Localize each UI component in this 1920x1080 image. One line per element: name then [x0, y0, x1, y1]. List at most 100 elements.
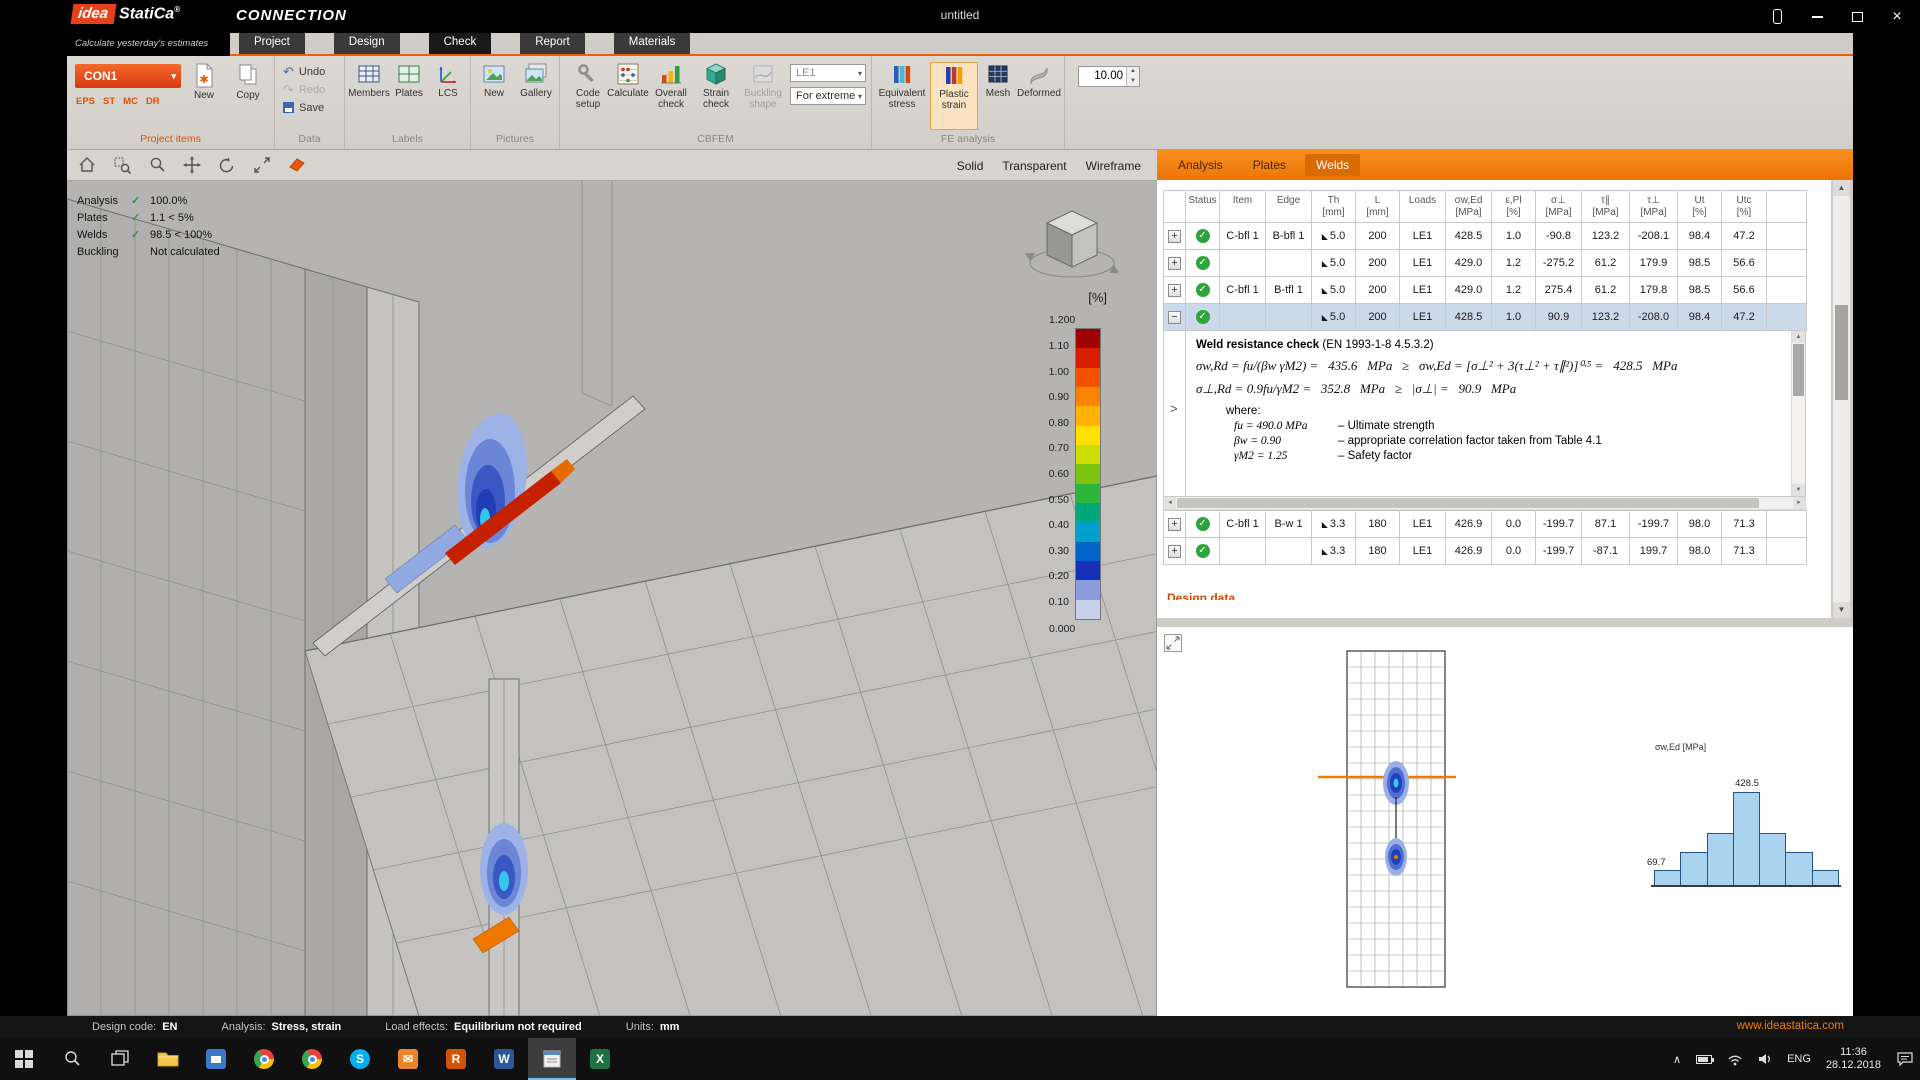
hidden-icons-chevron-icon[interactable]: ∧ — [1673, 1053, 1681, 1066]
wifi-icon[interactable] — [1727, 1052, 1743, 1066]
expand-row-button[interactable]: + — [1168, 545, 1181, 558]
detail-collapse-chevron-icon[interactable]: > — [1170, 401, 1178, 416]
weld-table-row[interactable]: −✓◣5.0200LE1428.51.090.9123.2-208.098.44… — [1164, 304, 1807, 331]
results-tab-welds[interactable]: Welds — [1305, 154, 1360, 176]
scrollbar-thumb[interactable] — [1793, 344, 1804, 396]
chrome-icon[interactable] — [240, 1038, 288, 1080]
ribbon-tab-check[interactable]: Check — [429, 33, 492, 54]
save-button[interactable]: Save — [283, 100, 324, 115]
file-explorer-icon[interactable] — [144, 1038, 192, 1080]
home-view-button[interactable] — [72, 152, 102, 178]
pan-button[interactable] — [177, 152, 207, 178]
lcs-labels-button[interactable]: LCS — [429, 62, 467, 130]
view-mode-transparent[interactable]: Transparent — [1002, 159, 1066, 173]
expand-drawing-button[interactable] — [1164, 634, 1182, 652]
scroll-left-icon[interactable]: ◂ — [1164, 497, 1176, 509]
ribbon-tab-project[interactable]: Project — [239, 33, 305, 54]
section-view-button[interactable] — [282, 152, 312, 178]
copy-project-item-button[interactable]: Copy — [227, 62, 269, 130]
plastic-strain-button[interactable]: Plastic strain — [930, 62, 978, 130]
battery-icon[interactable] — [1696, 1055, 1712, 1064]
ribbon-tab-design[interactable]: Design — [334, 33, 400, 54]
expand-row-button[interactable]: + — [1168, 518, 1181, 531]
table-horizontal-scrollbar[interactable]: ◂ ▸ — [1163, 497, 1806, 510]
mail-app-icon[interactable]: ✉ — [384, 1038, 432, 1080]
expand-row-button[interactable]: − — [1168, 311, 1181, 324]
deformed-scale-spinner[interactable]: 10.00 ▲ ▼ — [1078, 66, 1140, 87]
project-item-selector[interactable]: CON1 ▾ — [75, 64, 181, 88]
close-button[interactable]: × — [1880, 4, 1914, 30]
website-link[interactable]: www.ideastatica.com — [1737, 1020, 1844, 1032]
r-app-icon[interactable]: R — [432, 1038, 480, 1080]
analysis-mode-st[interactable]: ST — [103, 96, 115, 107]
analysis-mode-dr[interactable]: DR — [146, 96, 160, 107]
members-labels-button[interactable]: Members — [347, 62, 391, 130]
strain-check-button[interactable]: Strain check — [694, 62, 738, 130]
taskbar-search-button[interactable] — [48, 1038, 96, 1080]
gallery-button[interactable]: Gallery — [515, 62, 557, 130]
scroll-right-icon[interactable]: ▸ — [1793, 497, 1805, 509]
expand-row-button[interactable]: + — [1168, 284, 1181, 297]
new-project-item-button[interactable]: ✱ New — [183, 62, 225, 130]
expand-row-button[interactable]: + — [1168, 257, 1181, 270]
undo-button[interactable]: ↶Undo — [283, 64, 325, 79]
fit-view-button[interactable] — [247, 152, 277, 178]
floppy-app-icon[interactable] — [192, 1038, 240, 1080]
skype-icon[interactable]: S — [336, 1038, 384, 1080]
redo-button[interactable]: ↷Redo — [283, 82, 325, 97]
language-indicator[interactable]: ENG — [1787, 1053, 1811, 1065]
3d-model-canvas[interactable] — [67, 181, 1157, 1016]
detail-scrollbar[interactable]: ▲ ▼ — [1791, 331, 1805, 496]
cell-sigma_perp: -275.2 — [1536, 250, 1582, 277]
spin-up-icon[interactable]: ▲ — [1127, 67, 1139, 77]
load-case-combo[interactable]: LE1▾ — [790, 64, 866, 82]
word-icon[interactable]: W — [480, 1038, 528, 1080]
mesh-button[interactable]: Mesh — [980, 62, 1016, 130]
rotate-button[interactable] — [212, 152, 242, 178]
ribbon-tab-report[interactable]: Report — [520, 33, 585, 54]
extreme-combo[interactable]: For extreme▾ — [790, 87, 866, 105]
idea-statica-taskbar-icon[interactable] — [528, 1038, 576, 1080]
equivalent-stress-button[interactable]: Equivalent stress — [876, 62, 928, 130]
code-setup-button[interactable]: Code setup — [566, 62, 610, 130]
weld-table-row[interactable]: +✓◣5.0200LE1429.01.2-275.261.2179.998.55… — [1164, 250, 1807, 277]
chrome-icon-2[interactable] — [288, 1038, 336, 1080]
scroll-down-icon[interactable]: ▼ — [1792, 484, 1805, 496]
results-tab-plates[interactable]: Plates — [1242, 154, 1297, 176]
overall-check-button[interactable]: Overall check — [648, 62, 694, 130]
weld-table-row[interactable]: +✓C-bfl 1B-tfl 1◣5.0200LE1429.01.2275.46… — [1164, 277, 1807, 304]
buckling-shape-button[interactable]: Buckling shape — [738, 62, 788, 130]
view-mode-solid[interactable]: Solid — [957, 159, 984, 173]
spin-down-icon[interactable]: ▼ — [1127, 77, 1139, 87]
results-scrollbar[interactable]: ▲ ▼ — [1833, 180, 1850, 618]
minimize-button[interactable] — [1800, 4, 1834, 30]
analysis-mode-eps[interactable]: EPS — [76, 96, 95, 107]
maximize-button[interactable] — [1840, 4, 1874, 30]
scroll-up-icon[interactable]: ▲ — [1833, 180, 1850, 196]
weld-table-row[interactable]: +✓◣3.3180LE1426.90.0-199.7-87.1199.798.0… — [1164, 538, 1807, 565]
action-center-icon[interactable] — [1896, 1051, 1914, 1067]
taskbar-clock[interactable]: 11:36 28.12.2018 — [1826, 1046, 1881, 1072]
scrollbar-thumb[interactable] — [1177, 498, 1759, 508]
speaker-icon[interactable] — [1758, 1052, 1772, 1066]
zoom-window-button[interactable] — [107, 152, 137, 178]
scrollbar-thumb[interactable] — [1835, 305, 1848, 400]
feedback-icon[interactable] — [1760, 4, 1794, 30]
zoom-button[interactable] — [142, 152, 172, 178]
excel-icon[interactable]: X — [576, 1038, 624, 1080]
new-picture-button[interactable]: New — [475, 62, 513, 130]
deformed-button[interactable]: Deformed — [1016, 62, 1062, 130]
start-button[interactable] — [0, 1038, 48, 1080]
scroll-down-icon[interactable]: ▼ — [1833, 602, 1850, 618]
ribbon-tab-materials[interactable]: Materials — [614, 33, 691, 54]
weld-table-row[interactable]: +✓C-bfl 1B-bfl 1◣5.0200LE1428.51.0-90.81… — [1164, 223, 1807, 250]
view-mode-wireframe[interactable]: Wireframe — [1086, 159, 1141, 173]
scroll-up-icon[interactable]: ▲ — [1792, 331, 1805, 343]
analysis-mode-mc[interactable]: MC — [123, 96, 138, 107]
task-view-button[interactable] — [96, 1038, 144, 1080]
expand-row-button[interactable]: + — [1168, 230, 1181, 243]
calculate-button[interactable]: Calculate — [606, 62, 650, 130]
weld-table-row[interactable]: +✓C-bfl 1B-w 1◣3.3180LE1426.90.0-199.787… — [1164, 511, 1807, 538]
plates-labels-button[interactable]: Plates — [389, 62, 429, 130]
results-tab-analysis[interactable]: Analysis — [1167, 154, 1234, 176]
